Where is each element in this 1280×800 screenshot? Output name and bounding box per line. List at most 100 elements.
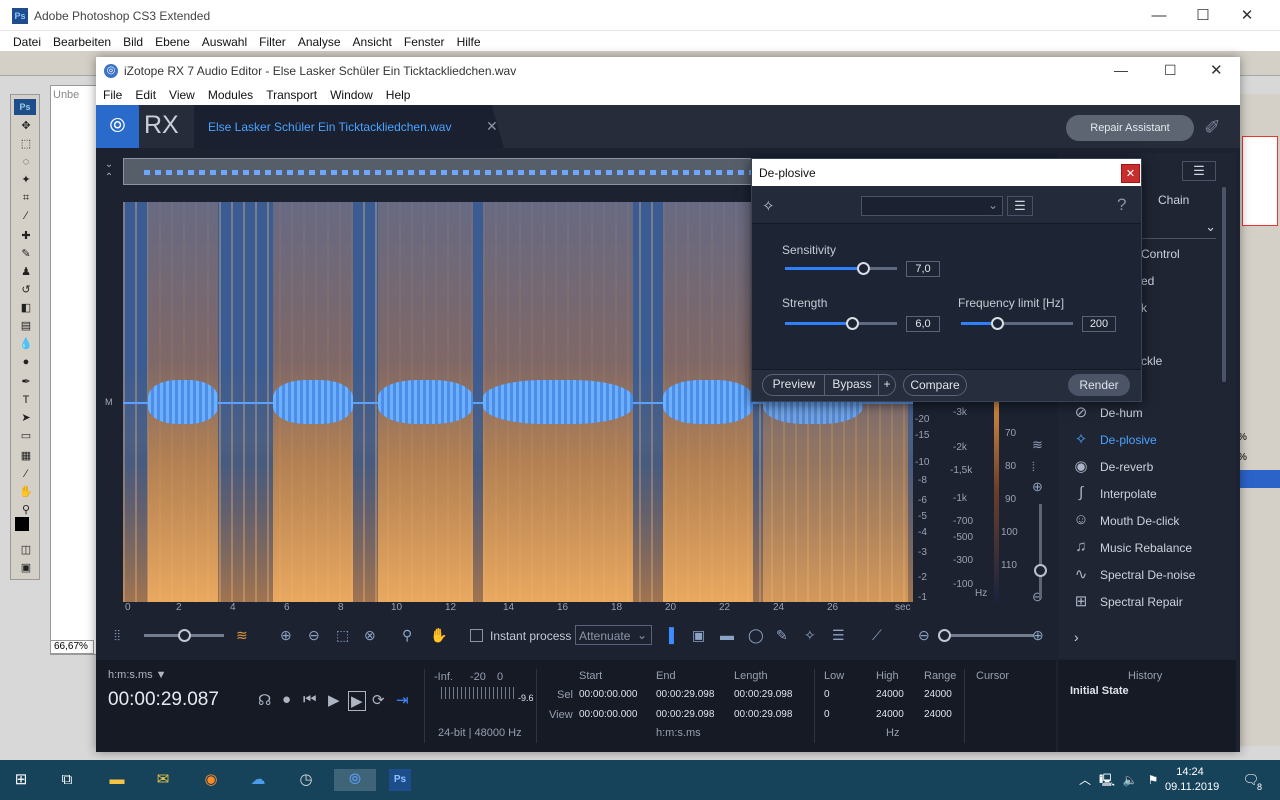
preset-dropdown[interactable]: ⌄: [861, 196, 1003, 216]
module-spectral-repair[interactable]: ⊞ Spectral Repair: [1071, 592, 1231, 616]
strength-slider-track[interactable]: [785, 317, 897, 330]
compare-button[interactable]: Compare: [903, 374, 967, 396]
strength-slider-knob[interactable]: [846, 317, 860, 330]
stamp-tool-icon[interactable]: ♟: [18, 265, 34, 279]
sensitivity-slider-knob[interactable]: [857, 262, 871, 275]
collapse-overview-icon[interactable]: ⌄ ⌃: [96, 158, 122, 185]
eraser-tool-icon[interactable]: ◧: [18, 301, 34, 315]
minimize-button[interactable]: —: [1136, 0, 1182, 31]
time-zoom-slider-knob[interactable]: [938, 629, 951, 642]
zoom-level[interactable]: 66,67%: [50, 640, 94, 654]
module-interpolate[interactable]: ∫ Interpolate: [1071, 484, 1231, 508]
type-tool-icon[interactable]: T: [18, 393, 34, 407]
frequency-select-icon[interactable]: ▬: [720, 627, 734, 643]
move-tool-icon[interactable]: ✥: [18, 119, 34, 133]
view-low[interactable]: 0: [824, 709, 830, 720]
eyedropper2-icon[interactable]: ⁄: [18, 467, 34, 481]
foreground-color[interactable]: [15, 517, 29, 531]
menu-transport[interactable]: Transport: [259, 85, 323, 105]
sel-range[interactable]: 24000: [924, 689, 952, 700]
menu-auswahl[interactable]: Auswahl: [196, 31, 253, 51]
menu-modules[interactable]: Modules: [201, 85, 259, 105]
headphones-icon[interactable]: ☊: [258, 691, 271, 709]
view-end[interactable]: 00:00:29.098: [656, 709, 714, 720]
izotope-taskbar-icon[interactable]: ⦾: [334, 769, 376, 791]
crop-tool-icon[interactable]: ⌗: [18, 191, 34, 205]
zoom-out-icon[interactable]: ⊖: [308, 627, 320, 644]
sensitivity-value[interactable]: 7,0: [906, 261, 940, 277]
rx-minimize-button[interactable]: —: [1114, 62, 1128, 78]
module-menu-icon[interactable]: ☰: [1182, 161, 1216, 181]
module-partial[interactable]: ed: [1141, 274, 1154, 288]
module-dehum[interactable]: ⊘ De-hum: [1071, 403, 1231, 427]
time-zoom-in-icon[interactable]: ⊕: [1032, 627, 1044, 644]
sel-high[interactable]: 24000: [876, 689, 904, 700]
document-tab[interactable]: Unbe: [53, 89, 79, 101]
opacity-slider-knob[interactable]: [178, 629, 191, 642]
strength-value[interactable]: 6,0: [906, 316, 940, 332]
lasso-select-icon[interactable]: ◯: [748, 627, 764, 644]
menu-bild[interactable]: Bild: [117, 31, 149, 51]
close-button[interactable]: ✕: [1224, 0, 1270, 31]
module-scrollbar[interactable]: [1222, 187, 1226, 382]
time-zoom-out-icon[interactable]: ⊖: [918, 627, 930, 644]
waveform-view-icon[interactable]: ≋: [1032, 437, 1043, 453]
healing-brush-icon[interactable]: ✚: [18, 229, 34, 243]
zoom-tool-icon[interactable]: ⚲: [18, 503, 34, 517]
spectrogram-toggle-icon[interactable]: ≋: [236, 627, 248, 644]
render-button[interactable]: Render: [1068, 374, 1130, 396]
menu-hilfe[interactable]: Hilfe: [451, 31, 487, 51]
frequency-slider-track[interactable]: [961, 317, 1073, 330]
chevron-right-icon[interactable]: ›: [1074, 629, 1079, 645]
rewind-icon[interactable]: ⏮: [303, 691, 317, 708]
vertical-zoom-knob[interactable]: [1034, 564, 1047, 577]
menu-file[interactable]: File: [96, 85, 128, 105]
windows-start-icon[interactable]: ⊞: [10, 769, 32, 791]
attenuate-dropdown[interactable]: Attenuate ⌄: [575, 625, 652, 645]
view-range[interactable]: 24000: [924, 709, 952, 720]
gradient-tool-icon[interactable]: ▤: [18, 319, 34, 333]
menu-help[interactable]: Help: [379, 85, 417, 105]
deplosive-close-button[interactable]: ✕: [1121, 164, 1140, 183]
module-spectral-denoise[interactable]: ∿ Spectral De-noise: [1071, 565, 1231, 589]
menu-ebene[interactable]: Ebene: [149, 31, 196, 51]
time-select-icon[interactable]: ▐: [664, 627, 674, 643]
add-bypass-button[interactable]: +: [879, 377, 895, 391]
record-icon[interactable]: ●: [282, 691, 291, 708]
hand-tool-icon[interactable]: ✋: [18, 485, 34, 499]
harmonic-select-icon[interactable]: ☰: [832, 627, 845, 644]
clock-app-icon[interactable]: ◷: [295, 769, 317, 791]
spectrogram-view-icon[interactable]: ⦙: [1032, 459, 1035, 475]
module-dereverb[interactable]: ◉ De-reverb: [1071, 457, 1231, 481]
sensitivity-slider-track[interactable]: [785, 262, 897, 275]
dodge-tool-icon[interactable]: ●: [18, 355, 34, 369]
menu-ansicht[interactable]: Ansicht: [347, 31, 398, 51]
brush-select-icon[interactable]: ✎: [776, 627, 788, 644]
photoshop-taskbar-icon[interactable]: Ps: [389, 769, 411, 791]
volume-icon[interactable]: 🔈: [1119, 769, 1141, 791]
shape-tool-icon[interactable]: ▭: [18, 429, 34, 443]
menu-datei[interactable]: Datei: [7, 31, 47, 51]
module-partial[interactable]: ckle: [1141, 354, 1162, 368]
repair-assistant-button[interactable]: Repair Assistant: [1066, 115, 1194, 141]
firefox-icon[interactable]: ◉: [200, 769, 222, 791]
bypass-button[interactable]: Bypass: [826, 377, 878, 391]
screen-mode-icon[interactable]: ▣: [18, 561, 34, 575]
maximize-button[interactable]: ☐: [1180, 0, 1226, 31]
marquee-tool-icon[interactable]: ⬚: [18, 137, 34, 151]
play-icon[interactable]: ▶: [328, 691, 340, 709]
module-music-rebalance[interactable]: ♫ Music Rebalance: [1071, 538, 1231, 562]
box-select-icon[interactable]: ▣: [692, 627, 705, 644]
module-chain-label[interactable]: Chain: [1158, 193, 1189, 207]
help-icon[interactable]: ?: [1117, 195, 1126, 215]
file-explorer-icon[interactable]: ▬: [106, 769, 128, 791]
play-selection-icon[interactable]: ▶: [348, 691, 366, 711]
time-format-dropdown[interactable]: h:m:s.ms ▼: [108, 669, 167, 681]
fade-tool-icon[interactable]: ⟋: [872, 627, 882, 644]
waveform-toggle-icon[interactable]: ⦙⦙: [114, 627, 120, 644]
rx-maximize-button[interactable]: ☐: [1164, 62, 1177, 79]
mail-icon[interactable]: ✉: [152, 769, 174, 791]
eyedropper-icon[interactable]: ∕: [18, 209, 34, 223]
view-length[interactable]: 00:00:29.098: [734, 709, 792, 720]
sel-low[interactable]: 0: [824, 689, 830, 700]
